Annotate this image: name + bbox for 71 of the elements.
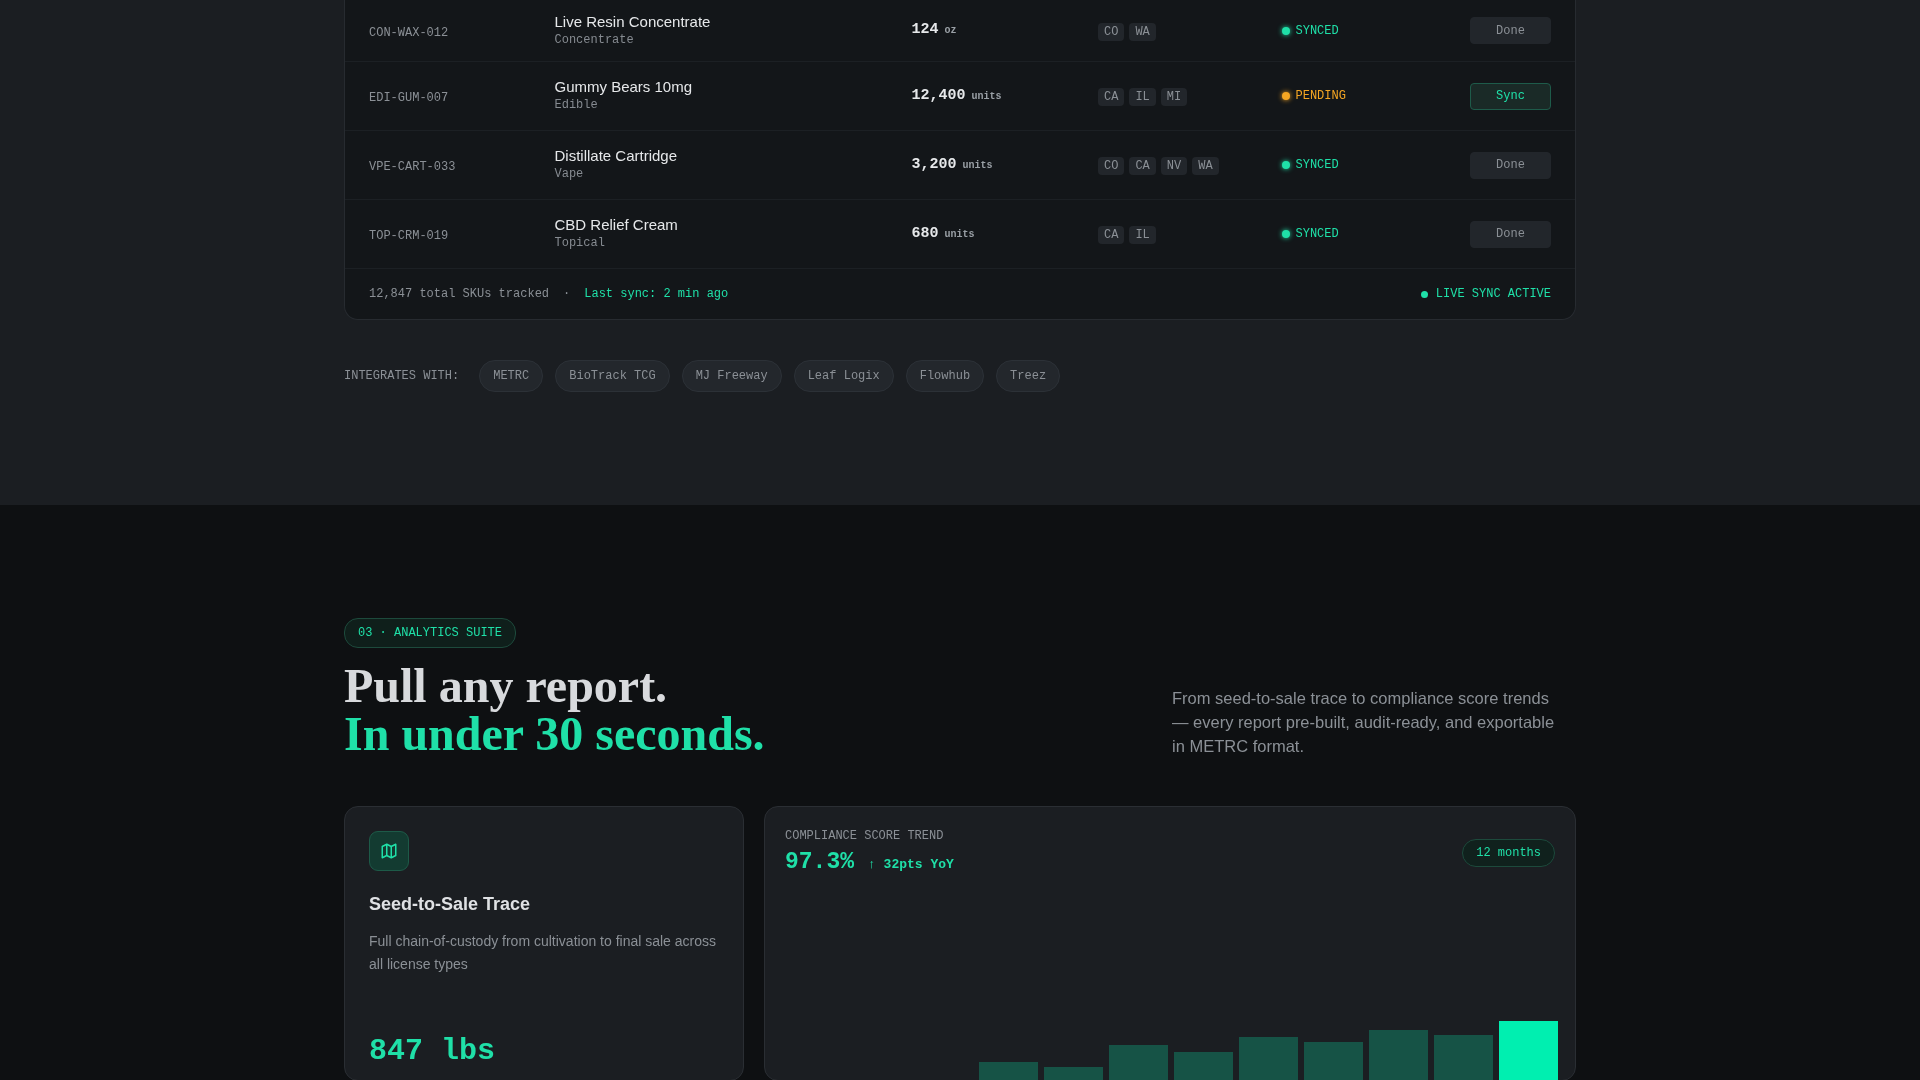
state-tag: IL [1129,226,1156,244]
chart-bar [1109,1045,1168,1080]
last-sync-text: Last sync: 2 min ago [584,286,729,303]
product-name: Live Resin Concentrate [554,12,711,31]
done-button[interactable]: Done [1470,17,1551,44]
state-tag: CO [1098,157,1125,175]
done-button[interactable]: Done [1470,151,1551,179]
category-text: Vape [554,166,584,183]
state-tag: CA [1098,226,1125,244]
range-pill: 12 months [1462,839,1555,867]
integrations-label: INTEGRATES WITH: [344,368,460,385]
product-name: CBD Relief Cream [554,216,678,234]
category-text: Concentrate [554,31,634,49]
category-text: Topical [554,235,605,252]
done-button[interactable]: Done [1470,220,1551,248]
card-description: Full chain-of-custody from cultivation to final sale across all license types [369,932,718,974]
section-badge: 03 · ANALYTICS SUITE [344,618,517,648]
state-tag: MI [1160,88,1188,106]
chart-label: COMPLIANCE SCORE TREND [785,828,945,845]
product-name: Distillate Cartridge [554,147,678,165]
quantity-text: 12,400 [911,85,966,106]
status-label: SYNCED [1295,226,1339,243]
map-icon [369,831,409,871]
integration-pill: METRC [479,360,544,392]
card-title: Seed-to-Sale Trace [369,893,532,916]
state-tag: IL [1129,88,1156,106]
integration-pill: Treez [996,360,1061,392]
quantity-text: 680 [911,223,939,244]
description-text: From seed-to-sale trace to compliance score trends — every report pre-built, audit-ready, and exportable in METRC format. [1172,688,1556,757]
quantity-text: 124 [911,20,939,41]
metric-value: 847 lbs [369,1033,496,1070]
integration-pill: MJ Freeway [681,360,782,392]
product-name: Gummy Bears 10mg [554,78,693,96]
unit-text: oz [944,24,957,39]
headline: Pull any report. [344,662,669,710]
chart-bar [1369,1030,1428,1080]
status-label: PENDING [1295,88,1346,105]
separator-dot: · [563,286,571,303]
chart-bar [1304,1042,1363,1080]
status-label: SYNCED [1295,22,1339,40]
live-sync-text: LIVE SYNC ACTIVE [1435,286,1551,303]
chart-bar [1239,1037,1298,1080]
change-text: ↑ 32pts YoY [868,856,954,874]
quantity-text: 3,200 [911,154,957,175]
integration-pill: Flowhub [905,360,985,392]
chart-bar [1499,1021,1558,1080]
sync-button[interactable]: Sync [1470,82,1551,110]
unit-text: units [962,158,993,173]
state-tag: WA [1192,157,1219,175]
chart-bar [979,1062,1038,1080]
sku-text: CON-WAX-012 [369,25,449,40]
chart-bar [1174,1052,1233,1080]
chart-bar [1044,1067,1103,1080]
state-tag: WA [1129,22,1156,41]
sku-text: VPE-CART-033 [369,160,456,174]
category-text: Edible [554,97,598,114]
unit-text: units [971,89,1002,104]
chart-bar [1434,1035,1493,1080]
unit-text: units [944,227,975,242]
state-tag: NV [1160,157,1188,175]
state-tag: CA [1129,157,1156,175]
live-dot [1420,290,1428,298]
sku-text: TOP-CRM-019 [369,229,449,243]
integration-pill: BioTrack TCG [555,360,670,392]
score-value: 97.3% [785,848,854,877]
sku-text: EDI-GUM-007 [369,91,449,105]
status-label: SYNCED [1295,157,1339,174]
integration-pill: Leaf Logix [793,360,894,392]
state-tag: CA [1098,88,1125,106]
total-text: 12,847 total SKUs tracked [369,286,550,303]
state-tag: CO [1098,22,1125,41]
